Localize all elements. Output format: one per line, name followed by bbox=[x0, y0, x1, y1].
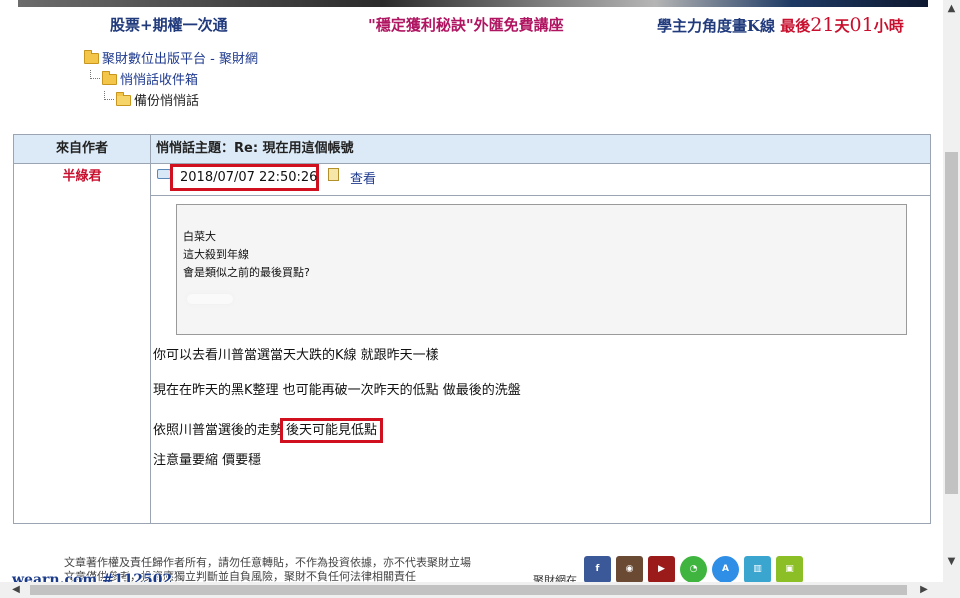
facebook-icon[interactable]: f bbox=[584, 556, 611, 583]
countdown-hours: 01 bbox=[849, 14, 874, 36]
document-icon bbox=[328, 168, 339, 181]
scroll-left-arrow-icon[interactable]: ◀ bbox=[8, 582, 24, 598]
quote-line: 會是類似之前的最後買點? bbox=[183, 266, 310, 279]
breadcrumb-link-inbox[interactable]: 悄悄話收件箱 bbox=[120, 73, 198, 88]
hscrollbar-thumb[interactable] bbox=[30, 585, 907, 595]
reply-line: 現在在昨天的黑K整理 也可能再破一次昨天的低點 做最後的洗盤 bbox=[153, 383, 521, 398]
open-folder-icon bbox=[102, 71, 117, 85]
reply-line-text: 依照川普當選後的走勢 bbox=[153, 423, 284, 438]
promo-bar: 股票+期權一次通 "穩定獲利秘訣"外匯免費講座 學主力角度畫K線 最後21天01… bbox=[0, 14, 940, 38]
mail-folder-icon bbox=[116, 92, 131, 106]
top-banner-image[interactable] bbox=[18, 0, 928, 7]
tree-connector bbox=[104, 91, 114, 100]
breadcrumb-item-backup: 備份悄悄話 bbox=[84, 91, 258, 112]
tree-connector bbox=[90, 70, 100, 79]
reply-line: 注意量要縮 價要穩 bbox=[153, 453, 262, 468]
highlighted-text: 後天可能見低點 bbox=[280, 418, 384, 443]
scroll-right-arrow-icon[interactable]: ▶ bbox=[916, 582, 932, 598]
countdown-hours-unit: 小時 bbox=[873, 17, 904, 35]
message-meta-row: 2018/07/07 22:50:26 查看 bbox=[151, 163, 931, 196]
promo-link-forex-seminar[interactable]: "穩定獲利秘訣"外匯免費講座 bbox=[368, 14, 564, 35]
android-icon[interactable]: ▣ bbox=[776, 556, 803, 583]
countdown-prefix: 最後 bbox=[780, 17, 811, 35]
promo-link-kline-course[interactable]: 學主力角度畫K線 最後21天01小時 bbox=[657, 14, 904, 36]
book-icon[interactable]: ▥ bbox=[744, 556, 771, 583]
countdown: 最後21天01小時 bbox=[780, 14, 904, 36]
app-store-icon[interactable]: A bbox=[712, 556, 739, 583]
scrollbar-thumb[interactable] bbox=[945, 152, 958, 494]
quote-line: 白菜大 bbox=[183, 230, 216, 243]
promo-course-title: 學主力角度畫K線 bbox=[657, 17, 776, 35]
quoted-message: 白菜大 這大殺到年線 會是類似之前的最後買點? bbox=[176, 204, 907, 335]
author-name[interactable]: 半綠君 bbox=[14, 165, 150, 184]
youtube-icon[interactable]: ▶ bbox=[648, 556, 675, 583]
scroll-up-arrow-icon[interactable]: ▲ bbox=[943, 0, 960, 17]
column-divider bbox=[150, 163, 151, 523]
reply-line: 依照川普當選後的走勢 後天可能見低點 bbox=[153, 418, 521, 443]
header-from-author: 來自作者 bbox=[14, 135, 151, 163]
redacted-signature bbox=[187, 294, 233, 304]
instagram-icon[interactable]: ◉ bbox=[616, 556, 643, 583]
quote-line: 這大殺到年線 bbox=[183, 248, 249, 261]
breadcrumb-current: 備份悄悄話 bbox=[134, 94, 200, 109]
message-date: 2018/07/07 22:50:26 bbox=[170, 164, 319, 191]
breadcrumb: 聚財數位出版平台 - 聚財網 悄悄話收件箱 備份悄悄話 bbox=[84, 49, 258, 112]
vertical-scrollbar[interactable]: ▲ ▼ bbox=[943, 0, 960, 598]
reply-body: 你可以去看川普當選當天大跌的K線 就跟昨天一樣 現在在昨天的黑K整理 也可能再破… bbox=[153, 348, 521, 488]
message-icon bbox=[157, 169, 171, 179]
message-table: 來自作者 悄悄話主題：Re: 現在用這個帳號 半綠君 2018/07/07 22… bbox=[13, 134, 931, 524]
breadcrumb-link-home[interactable]: 聚財數位出版平台 - 聚財網 bbox=[102, 52, 258, 67]
open-folder-icon bbox=[84, 50, 99, 64]
view-link[interactable]: 查看 bbox=[350, 168, 376, 187]
message-header-row: 來自作者 悄悄話主題：Re: 現在用這個帳號 bbox=[14, 135, 930, 164]
horizontal-scrollbar[interactable]: ◀ ▶ bbox=[0, 582, 943, 598]
countdown-days: 21 bbox=[810, 14, 835, 36]
scroll-down-arrow-icon[interactable]: ▼ bbox=[943, 553, 960, 570]
line-icon[interactable]: ◔ bbox=[680, 556, 707, 583]
breadcrumb-item-home[interactable]: 聚財數位出版平台 - 聚財網 bbox=[84, 49, 258, 70]
footer-line: 文章著作權及責任歸作者所有，請勿任意轉貼，不作為投資依據，亦不代表聚財立場 bbox=[64, 556, 471, 569]
countdown-days-unit: 天 bbox=[834, 17, 850, 35]
breadcrumb-item-inbox[interactable]: 悄悄話收件箱 bbox=[84, 70, 258, 91]
reply-line: 你可以去看川普當選當天大跌的K線 就跟昨天一樣 bbox=[153, 348, 439, 363]
promo-link-options[interactable]: 股票+期權一次通 bbox=[110, 14, 228, 35]
header-subject: 悄悄話主題：Re: 現在用這個帳號 bbox=[156, 141, 354, 156]
